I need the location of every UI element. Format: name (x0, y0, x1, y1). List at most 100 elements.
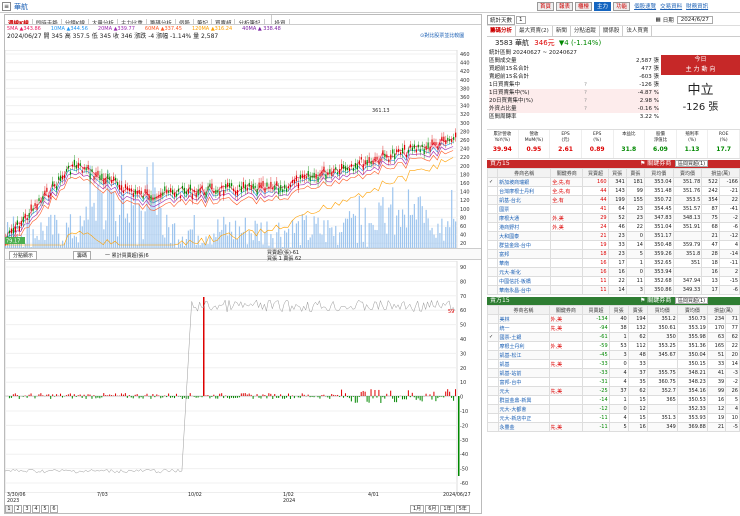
right-tab[interactable]: 關係股 (600, 26, 624, 36)
table-cell[interactable]: 摩根大通 (497, 213, 552, 223)
row-checkbox[interactable] (487, 350, 499, 360)
table-cell[interactable]: 凱基-站前 (497, 368, 550, 378)
price-chart[interactable]: 460 440 420 400 380 360 340 320 300 280 260 240 220 2… (5, 50, 481, 248)
table-row[interactable]: 凱基 先,美 -33 0 33 350.15 33 14 (487, 359, 740, 369)
table-header[interactable]: 買張 (608, 305, 629, 315)
compare-link[interactable]: ⊙對比股票並比較圖 (420, 32, 464, 39)
table-row[interactable]: 摩根士丹利 外,美 -59 53 112 353.25 351.36 165 22 (487, 341, 740, 351)
table-row[interactable]: 華南永昌-台中 11 14 3 350.86 349.33 17 -6 (486, 285, 740, 295)
oscillator-chart[interactable]: 90 80 70 60 50 40 30 20 10 0 -10 -20 -30 -40 -50 -60 59 (5, 261, 481, 493)
page-button[interactable]: 4 (32, 505, 40, 513)
table-row[interactable]: 元大 先,美 -25 37 62 352.7 354.16 99 26 (487, 386, 740, 396)
table-row[interactable]: 富邦 18 23 5 359.26 351.8 28 -14 (486, 249, 740, 259)
table-header[interactable]: 損益(萬) (701, 168, 740, 178)
buy-filter[interactable]: ⚑ 關鍵券商 (640, 160, 671, 168)
row-checkbox[interactable] (486, 285, 499, 295)
row-checkbox[interactable] (486, 204, 499, 214)
osc-tab[interactable]: 籌碼 (73, 251, 92, 260)
page-button[interactable]: 3 (23, 505, 31, 513)
stat-days-value[interactable]: 1 (516, 15, 526, 24)
table-header[interactable] (486, 168, 499, 178)
table-cell[interactable]: 國票 (497, 204, 552, 214)
table-row[interactable]: 中國信託-板橋 11 22 11 352.68 347.94 13 -15 (486, 276, 740, 286)
table-header[interactable]: 關鍵券商 (550, 168, 584, 178)
chart-tab[interactable] (265, 15, 272, 24)
nav-link[interactable]: 財務資訊 (686, 2, 708, 10)
row-checkbox[interactable] (486, 240, 499, 250)
table-row[interactable]: 華南 16 17 1 352.65 351 18 -11 (486, 258, 740, 268)
table-header[interactable]: 損益(萬) (706, 305, 740, 315)
table-row[interactable]: 美林 外,美 -134 40 194 351.2 350.73 234 71 (487, 314, 740, 324)
row-checkbox[interactable] (486, 231, 499, 241)
table-cell[interactable]: 中國信託-板橋 (497, 276, 552, 286)
table-row[interactable]: 元大-新店中正 -11 4 15 351.3 353.93 19 10 (487, 413, 740, 423)
table-header[interactable]: 買均價 (646, 305, 678, 315)
table-row[interactable]: 摩根大通 外,美 29 52 23 347.83 348.13 75 -2 (486, 213, 740, 223)
period-button[interactable]: 5年 (455, 505, 470, 513)
stat-days-select[interactable]: 統計天數 (487, 14, 516, 25)
table-row[interactable]: 元大-新化 16 16 0 353.94 16 2 (486, 267, 740, 277)
nav-button[interactable]: 報表 (556, 2, 574, 11)
sell-select[interactable]: 區間買超(1) (675, 297, 709, 304)
row-checkbox[interactable] (487, 413, 499, 423)
row-checkbox[interactable] (486, 186, 499, 196)
nav-button[interactable]: 櫃檯 (575, 2, 593, 11)
period-button[interactable]: 1月 (410, 505, 425, 513)
nav-link[interactable]: 交易資料 (660, 2, 682, 10)
table-row[interactable]: ✓ 新加坡商瑞銀 全,先,有 160 341 181 353.04 351.78 522 -166 (486, 177, 740, 187)
table-cell[interactable]: 台灣摩根士丹利 (497, 186, 552, 196)
table-cell[interactable]: 新加坡商瑞銀 (497, 177, 552, 187)
row-checkbox[interactable]: ✓ (486, 177, 499, 187)
table-row[interactable]: 國票 41 64 23 354.45 351.57 87 -41 (486, 204, 740, 214)
table-header[interactable]: 買賣超 (582, 168, 609, 178)
table-row[interactable]: ✓ 國票-土銀 -61 1 62 350 355.98 63 62 (487, 332, 740, 342)
table-cell[interactable]: 凱基 (497, 359, 550, 369)
table-header[interactable]: 買均價 (643, 168, 674, 178)
menu-icon[interactable]: ≡ (2, 2, 11, 11)
page-button[interactable]: 2 (14, 505, 22, 513)
table-row[interactable]: 凱基-台北 全,有 44 199 155 350.72 353.5 354 22 (486, 195, 740, 205)
table-cell[interactable]: 永豐金 (497, 422, 550, 432)
row-checkbox[interactable] (486, 276, 499, 286)
table-row[interactable]: 群益金鼎-新興 -14 1 15 365 350.53 16 5 (487, 395, 740, 405)
table-cell[interactable]: 華南永昌-台中 (497, 285, 552, 295)
table-cell[interactable]: 富邦 (497, 249, 552, 259)
row-checkbox[interactable] (487, 359, 499, 369)
row-checkbox[interactable] (486, 195, 499, 205)
table-header[interactable] (487, 305, 499, 315)
row-checkbox[interactable]: ✓ (487, 332, 499, 342)
row-checkbox[interactable] (486, 258, 499, 268)
table-row[interactable]: 台灣摩根士丹利 全,先,有 44 143 99 351.48 351.76 242 -21 (486, 186, 740, 196)
row-checkbox[interactable] (487, 341, 499, 351)
table-row[interactable]: 港商野村 外,美 24 46 22 351.04 351.91 68 -6 (486, 222, 740, 232)
table-cell[interactable]: 凱基-松江 (497, 350, 550, 360)
table-header[interactable]: 賣均價 (672, 168, 703, 178)
row-checkbox[interactable] (487, 323, 499, 333)
nav-button[interactable]: 主力 (594, 2, 612, 11)
help-icon[interactable]: ? (584, 97, 604, 105)
help-icon[interactable] (584, 65, 604, 73)
row-checkbox[interactable] (486, 249, 499, 259)
help-icon[interactable]: ? (584, 105, 604, 113)
sell-filter[interactable]: ⚑ 關鍵券商 (640, 297, 671, 305)
right-tab[interactable]: 新聞 (553, 26, 571, 36)
help-icon[interactable]: ? (584, 89, 604, 97)
right-tab[interactable]: 法人買賣 (623, 26, 653, 36)
row-checkbox[interactable] (486, 222, 499, 232)
table-row[interactable]: 凱基-松江 -45 3 48 345.67 350.04 51 20 (487, 350, 740, 360)
table-cell[interactable]: 大和國泰 (497, 231, 552, 241)
help-icon[interactable] (584, 73, 604, 81)
table-header[interactable]: 券商名稱 (497, 168, 552, 178)
table-row[interactable]: 凱基-站前 -33 4 37 355.75 348.21 41 -3 (487, 368, 740, 378)
table-row[interactable]: 大和國泰 21 23 0 351.17 21 -12 (486, 231, 740, 241)
table-header[interactable]: 賣張 (627, 305, 648, 315)
right-tab[interactable]: 分點追蹤 (571, 26, 600, 36)
table-cell[interactable]: 國票-土銀 (497, 332, 550, 342)
buy-select[interactable]: 區間買超(1) (675, 160, 709, 167)
table-cell[interactable]: 統一 (497, 323, 550, 333)
table-cell[interactable]: 港商野村 (497, 222, 552, 232)
table-cell[interactable]: 元大-大都會 (497, 404, 550, 414)
table-cell[interactable]: 華南 (497, 258, 552, 268)
row-checkbox[interactable] (486, 213, 499, 223)
table-cell[interactable]: 元大-新化 (497, 267, 552, 277)
